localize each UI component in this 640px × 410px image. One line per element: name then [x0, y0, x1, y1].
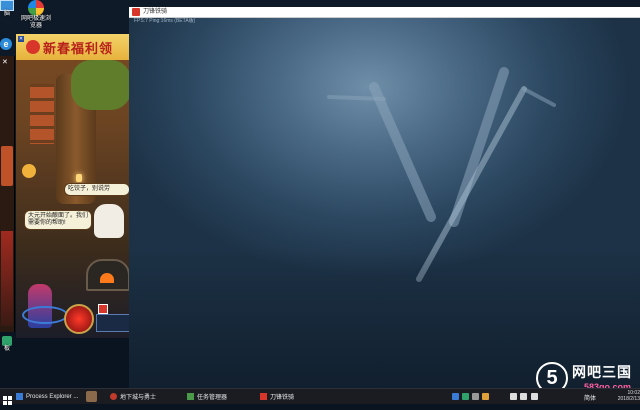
tray-volume-icon[interactable] [520, 393, 527, 400]
lantern-icon [76, 174, 82, 182]
ie-icon[interactable]: e [0, 38, 12, 50]
game-window[interactable]: ✕ 新春福利领 吃饺子，别说劳 大元开始酿面了。我们 需要你的帮助! [16, 34, 130, 338]
task-process-explorer[interactable]: Process Explorer ... [16, 390, 78, 403]
bookshelf [30, 84, 54, 144]
side-game-art [1, 146, 13, 186]
control-panel-icon [2, 336, 12, 346]
dnf-icon [110, 393, 117, 400]
process-explorer-icon [16, 393, 23, 400]
tree-foliage [71, 60, 130, 110]
control-panel-shortcut[interactable]: 板 [0, 336, 14, 353]
skill-bar[interactable] [96, 314, 130, 332]
main-window-title: 刀锋铁骑 [143, 9, 168, 15]
event-banner[interactable]: ✕ 新春福利领 [16, 34, 130, 60]
side-game-window[interactable]: ✕ [0, 56, 15, 332]
side-close-icon[interactable]: ✕ [2, 59, 8, 66]
quest-speech-bubble: 大元开始酿面了。我们 需要你的帮助! [24, 210, 92, 230]
tray-app2-icon[interactable] [472, 393, 479, 400]
main-game-window[interactable]: 刀锋铁骑 FPS:7 Ping:16ms (BETA版) [129, 7, 640, 388]
oven [86, 259, 130, 291]
npc-speech-bubble: 吃饺子，别说劳 [64, 183, 130, 196]
app-icon [132, 8, 140, 16]
desktop: 脑 网吧极速浏 览器 e 板 ✕ ✕ 新春福利领 吃饺子，别说劳 大元开始酿面了… [0, 0, 640, 394]
control-panel-label: 板 [3, 346, 10, 352]
npc-speech-text: 吃饺子，别说劳 [68, 186, 111, 192]
computer-icon [0, 0, 14, 11]
tray-app-icon[interactable] [452, 393, 459, 400]
task-task-manager[interactable]: 任务管理器 [187, 390, 227, 403]
watermark-title: 网吧三国 [572, 364, 632, 380]
blade-game-icon [260, 393, 267, 400]
main-window-titlebar[interactable]: 刀锋铁骑 [129, 7, 640, 18]
taskbar: Process Explorer ... 地下城与勇士 任务管理器 刀锋铁骑 简… [0, 388, 640, 405]
task-blade-game[interactable]: 刀锋铁骑 [260, 390, 294, 403]
task-label: 任务管理器 [197, 395, 228, 401]
browser-label: 网吧极速浏 [20, 16, 51, 22]
banner-close-icon[interactable]: ✕ [18, 36, 24, 42]
npc-face-icon [22, 164, 36, 178]
task-label: Process Explorer ... [26, 393, 79, 400]
computer-shortcut[interactable]: 脑 [0, 0, 14, 18]
skill-slot-icon[interactable] [98, 304, 108, 314]
task-dnf[interactable]: 地下城与勇士 [110, 390, 156, 403]
quest-speech-line1: 大元开始酿面了。我们 [28, 213, 89, 219]
browser-label-line2: 览器 [29, 23, 42, 29]
start-button[interactable] [3, 392, 12, 405]
floor-circle [22, 306, 68, 324]
chef-npc[interactable] [94, 204, 124, 238]
windows-icon [3, 396, 12, 405]
tray-app3-icon[interactable] [482, 393, 489, 400]
tray-g-icon[interactable] [462, 393, 469, 400]
task-game-thumb[interactable] [86, 391, 97, 402]
task-label: 地下城与勇士 [120, 395, 157, 401]
fps-readout: FPS:7 Ping:16ms (BETA版) [134, 18, 196, 24]
tray-input-label[interactable]: 简体 [584, 393, 596, 402]
browser-shortcut[interactable]: 网吧极速浏 览器 [20, 0, 52, 30]
banner-emblem-icon [26, 40, 40, 54]
task-manager-icon [187, 393, 194, 400]
tray-network-icon[interactable] [510, 393, 517, 400]
task-label: 刀锋铁骑 [270, 395, 295, 401]
loading-background [129, 17, 640, 388]
computer-label: 脑 [3, 11, 10, 17]
tray-ime-icon[interactable] [531, 393, 538, 400]
hp-orb-icon [64, 304, 94, 334]
browser-icon [28, 0, 44, 16]
system-clock[interactable]: 10:02 2018/2/13 [614, 390, 640, 402]
banner-title: 新春福利领 [43, 41, 114, 56]
quest-speech-line2: 需要你的帮助! [28, 220, 66, 226]
clock-date: 2018/2/13 [617, 396, 640, 402]
side-game-art-2 [1, 231, 13, 326]
